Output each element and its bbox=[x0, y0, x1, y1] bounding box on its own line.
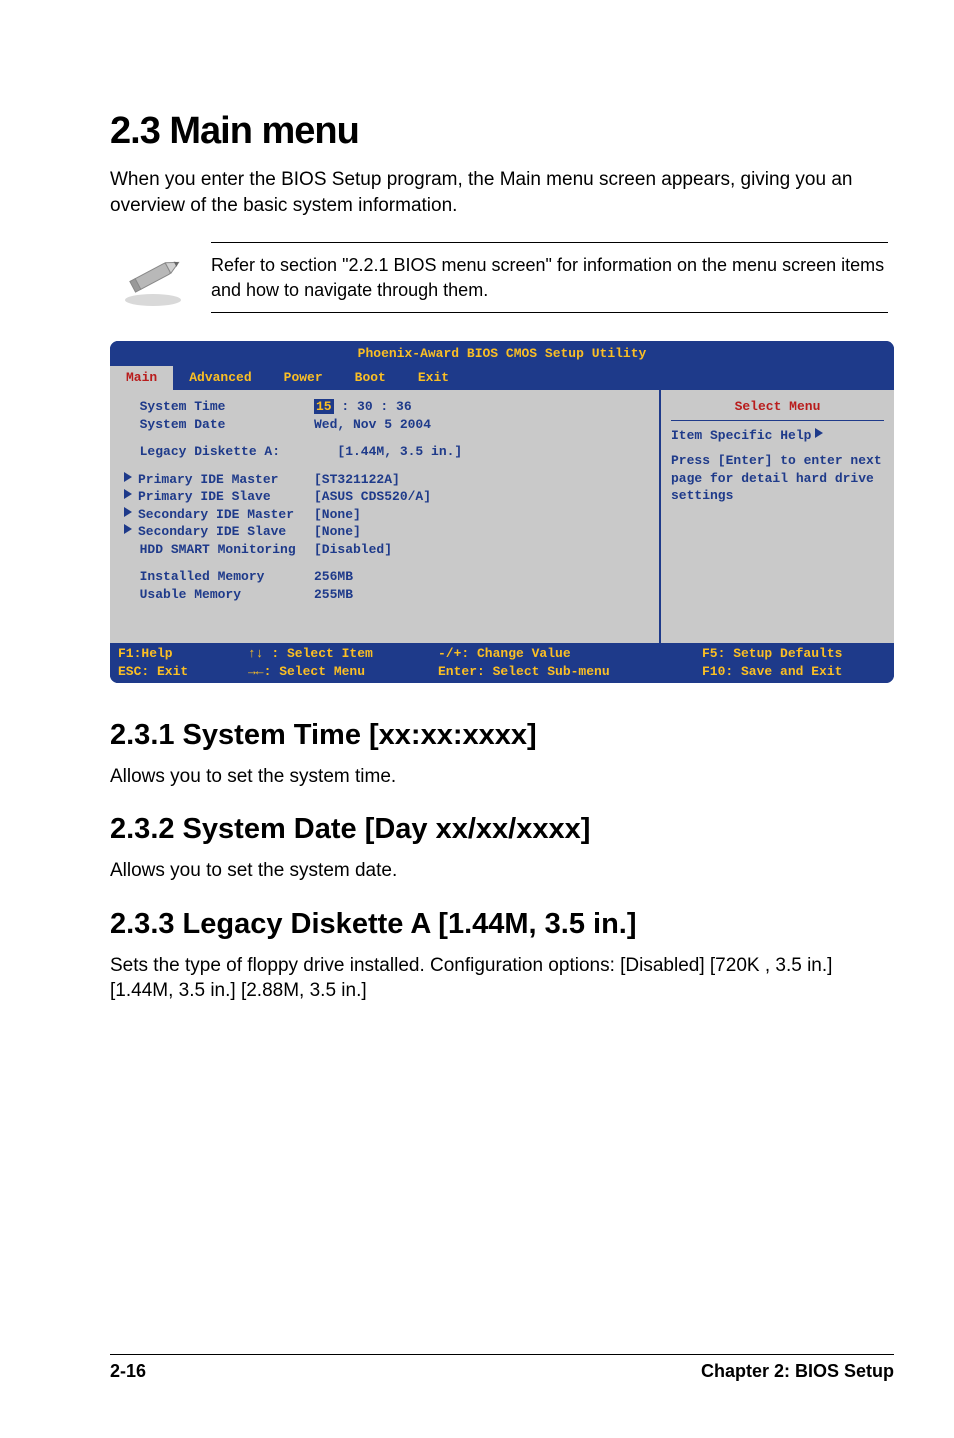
tab-exit[interactable]: Exit bbox=[402, 366, 465, 390]
hint-select-item: ↑↓ : Select Item bbox=[248, 645, 422, 663]
bios-tab-row: Main Advanced Power Boot Exit bbox=[110, 366, 894, 390]
bios-help-panel: Select Menu Item Specific Help Press [En… bbox=[659, 390, 894, 643]
row-primary-ide-slave[interactable]: Primary IDE Slave [ASUS CDS520/A] bbox=[124, 488, 645, 506]
subsection-text-1: Allows you to set the system time. bbox=[110, 764, 894, 790]
subsection-heading-3: 2.3.3 Legacy Diskette A [1.44M, 3.5 in.] bbox=[110, 908, 894, 941]
hint-f1: F1:Help bbox=[118, 645, 232, 663]
chapter-label: Chapter 2: BIOS Setup bbox=[701, 1361, 894, 1382]
bios-title-bar: Phoenix-Award BIOS CMOS Setup Utility bbox=[110, 341, 894, 367]
note-text: Refer to section "2.2.1 BIOS menu screen… bbox=[211, 242, 888, 313]
pencil-icon bbox=[116, 248, 191, 308]
row-primary-ide-master[interactable]: Primary IDE Master [ST321122A] bbox=[124, 471, 645, 489]
submenu-icon bbox=[124, 489, 132, 499]
row-legacy-diskette[interactable]: Legacy Diskette A: [1.44M, 3.5 in.] bbox=[124, 443, 645, 461]
row-system-time[interactable]: System Time 15 : 30 : 36 bbox=[124, 398, 645, 416]
submenu-icon bbox=[124, 507, 132, 517]
page-number: 2-16 bbox=[110, 1361, 146, 1382]
row-secondary-ide-slave[interactable]: Secondary IDE Slave [None] bbox=[124, 523, 645, 541]
chevron-right-icon bbox=[815, 428, 823, 438]
subsection-heading-2: 2.3.2 System Date [Day xx/xx/xxxx] bbox=[110, 813, 894, 846]
submenu-icon bbox=[124, 524, 132, 534]
tab-power[interactable]: Power bbox=[268, 366, 339, 390]
tab-advanced[interactable]: Advanced bbox=[173, 366, 267, 390]
bios-main-panel: System Time 15 : 30 : 36 System Date Wed… bbox=[110, 390, 659, 643]
subsection-text-3: Sets the type of floppy drive installed.… bbox=[110, 953, 894, 1004]
hint-change-value: -/+: Change Value bbox=[438, 645, 686, 663]
row-hdd-smart[interactable]: HDD SMART Monitoring [Disabled] bbox=[124, 541, 645, 559]
subsection-text-2: Allows you to set the system date. bbox=[110, 858, 894, 884]
bios-screenshot: Phoenix-Award BIOS CMOS Setup Utility Ma… bbox=[110, 341, 894, 683]
help-panel-text: Press [Enter] to enter next page for det… bbox=[671, 452, 884, 505]
help-panel-subtitle: Item Specific Help bbox=[671, 427, 884, 445]
hint-enter-submenu: Enter: Select Sub-menu bbox=[438, 663, 686, 681]
intro-paragraph: When you enter the BIOS Setup program, t… bbox=[110, 167, 894, 218]
submenu-icon bbox=[124, 472, 132, 482]
page-footer: 2-16 Chapter 2: BIOS Setup bbox=[110, 1354, 894, 1382]
hint-f10: F10: Save and Exit bbox=[702, 663, 886, 681]
subsection-heading-1: 2.3.1 System Time [xx:xx:xxxx] bbox=[110, 719, 894, 752]
row-installed-memory: Installed Memory 256MB bbox=[124, 568, 645, 586]
tab-main[interactable]: Main bbox=[110, 366, 173, 390]
hint-select-menu: →←: Select Menu bbox=[248, 663, 422, 681]
row-system-date[interactable]: System Date Wed, Nov 5 2004 bbox=[124, 416, 645, 434]
row-usable-memory: Usable Memory 255MB bbox=[124, 586, 645, 604]
note-block: Refer to section "2.2.1 BIOS menu screen… bbox=[110, 242, 894, 313]
tab-boot[interactable]: Boot bbox=[339, 366, 402, 390]
row-secondary-ide-master[interactable]: Secondary IDE Master [None] bbox=[124, 506, 645, 524]
help-panel-title: Select Menu bbox=[671, 398, 884, 421]
page-heading: 2.3 Main menu bbox=[110, 110, 894, 153]
hint-esc: ESC: Exit bbox=[118, 663, 232, 681]
hint-f5: F5: Setup Defaults bbox=[702, 645, 886, 663]
bios-footer: F1:Help ESC: Exit ↑↓ : Select Item →←: S… bbox=[110, 643, 894, 682]
time-hour-field[interactable]: 15 bbox=[314, 399, 334, 414]
